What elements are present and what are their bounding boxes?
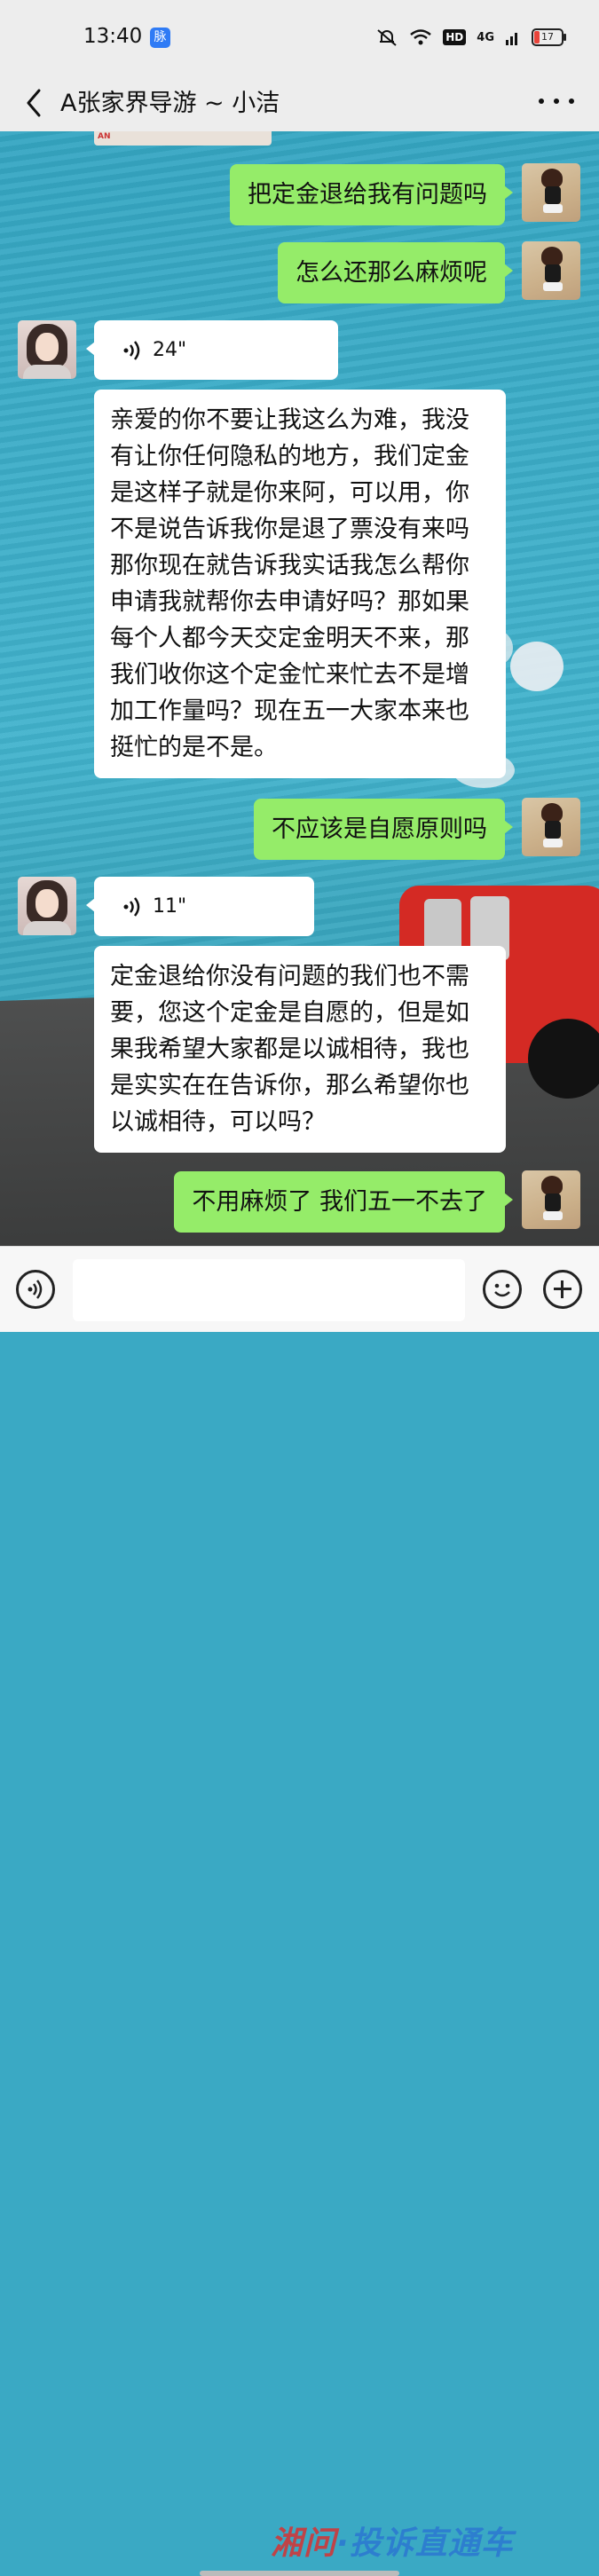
previous-image-message[interactable]: AN	[94, 131, 272, 146]
message-bubble-outgoing[interactable]: 不用麻烦了 我们五一不去了	[174, 1171, 513, 1233]
status-bar: 13:40 脉 HD 4G 17	[0, 0, 599, 75]
input-bar: 湘问·投诉直通车	[0, 1246, 599, 2576]
message-line: 是这样子就是你来阿，可以用，你	[110, 479, 469, 507]
more-dots-icon[interactable]	[539, 83, 574, 119]
message-bubble-incoming[interactable]: 定金退给你没有问题的我们也不需 要，您这个定金是自愿的，但是如 果我希望大家都是…	[94, 946, 506, 1153]
app-badge: 脉	[150, 28, 170, 48]
message-line: 每个人都今天交定金明天不来，那	[110, 625, 469, 652]
message-line: 定金退给你没有问题的我们也不需	[110, 963, 469, 990]
wifi-icon	[410, 29, 432, 45]
voice-wave-icon	[123, 340, 140, 360]
my-avatar[interactable]	[522, 241, 580, 300]
message-input[interactable]	[73, 1259, 465, 1321]
contact-avatar[interactable]	[18, 320, 76, 379]
message-line: 不是说告诉我你是退了票没有来吗	[110, 516, 469, 543]
message-line: 我们收你这个定金忙来忙去不是增	[110, 661, 469, 689]
message-line: 申请我就帮你去申请好吗？那如果	[110, 588, 469, 616]
message-list: AN 把定金退给我有问题吗 怎么还那么麻烦呢 24" 亲爱的你不要让我这么为难，…	[0, 131, 599, 1246]
message-bubble-outgoing[interactable]: 怎么还那么麻烦呢	[278, 242, 513, 303]
mute-bell-icon	[377, 29, 397, 46]
message-bubble-outgoing[interactable]: 不应该是自愿原则吗	[254, 799, 513, 860]
back-arrow-icon[interactable]	[18, 82, 60, 124]
watermark: 湘问·投诉直通车	[271, 2525, 514, 2562]
emoji-icon[interactable]	[483, 1270, 522, 1309]
message-line: 亲爱的你不要让我这么为难，我没	[110, 406, 469, 434]
home-indicator[interactable]	[200, 2571, 399, 2576]
voice-message[interactable]: 24"	[86, 320, 338, 380]
my-avatar[interactable]	[522, 1170, 580, 1229]
message-line: 那你现在就告诉我实话我怎么帮你	[110, 552, 469, 579]
message-line: 加工作量吗？现在五一大家本来也	[110, 697, 469, 725]
voice-input-icon[interactable]	[16, 1270, 55, 1309]
chat-title: A张家界导游 ~ 小洁	[60, 90, 280, 117]
message-bubble-outgoing[interactable]: 把定金退给我有问题吗	[230, 164, 513, 225]
chat-header: A张家界导游 ~ 小洁	[0, 75, 599, 131]
my-avatar[interactable]	[522, 798, 580, 856]
message-line: 果我希望大家都是以诚相待，我也	[110, 1036, 469, 1063]
voice-wave-icon	[123, 896, 140, 917]
message-line: 以诚相待，可以吗？	[110, 1108, 326, 1136]
network-4g: 4G	[477, 30, 494, 44]
hd-badge: HD	[443, 29, 467, 45]
voice-duration: 11"	[153, 895, 187, 918]
message-line: 有让你任何隐私的地方，我们定金	[110, 443, 469, 470]
message-line: 挺忙的是不是。	[110, 734, 278, 761]
signal-icon	[506, 33, 517, 45]
plus-icon[interactable]	[543, 1270, 582, 1309]
voice-duration: 24"	[153, 339, 187, 361]
voice-message[interactable]: 11"	[86, 877, 314, 936]
my-avatar[interactable]	[522, 163, 580, 222]
message-line: 是实实在在告诉你，那么希望你也	[110, 1072, 469, 1099]
battery-icon: 17	[532, 28, 566, 46]
contact-avatar[interactable]	[18, 877, 76, 935]
message-line: 要，您这个定金是自愿的，但是如	[110, 999, 469, 1027]
message-bubble-incoming[interactable]: 亲爱的你不要让我这么为难，我没 有让你任何隐私的地方，我们定金 是这样子就是你来…	[94, 390, 506, 778]
clock: 13:40	[83, 25, 143, 48]
